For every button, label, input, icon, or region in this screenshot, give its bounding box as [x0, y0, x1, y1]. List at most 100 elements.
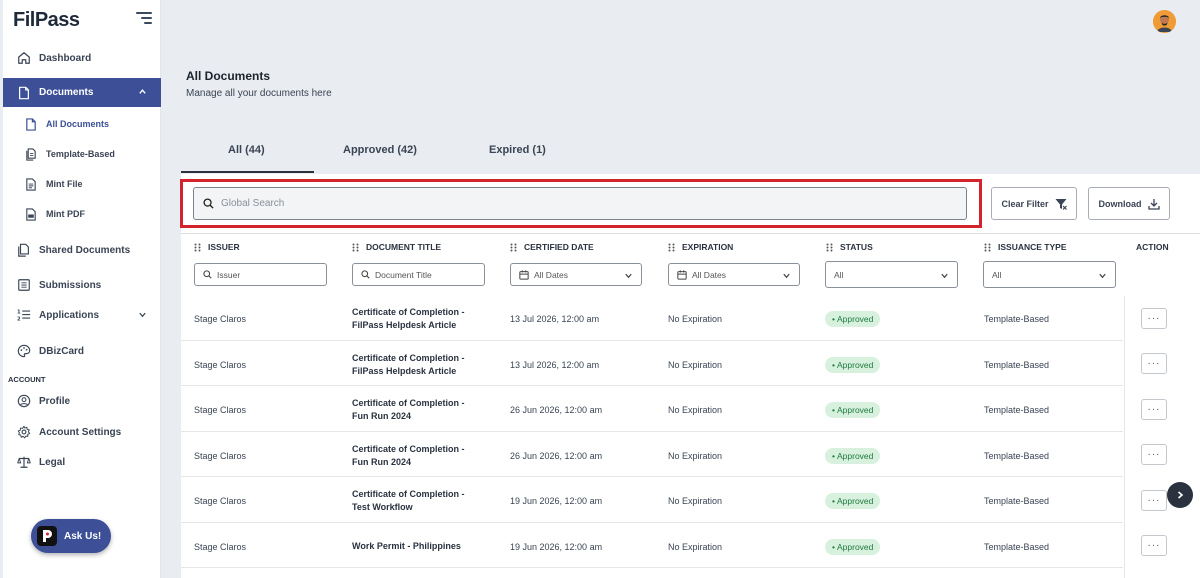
drag-handle-icon[interactable] — [352, 243, 359, 252]
document-title-line-1: Certificate of Completion - — [352, 353, 465, 363]
document-title-cell[interactable]: Certificate of Completion - FilPass Helpd… — [352, 352, 482, 378]
issuer-cell: Stage Claros — [194, 314, 247, 324]
sidebar-item-legal[interactable]: Legal — [3, 448, 161, 476]
column-header-status[interactable]: STATUS — [826, 242, 873, 252]
row-actions-button[interactable]: ··· — [1141, 308, 1167, 329]
status-badge: Approved — [825, 493, 881, 509]
download-button[interactable]: Download — [1088, 187, 1170, 220]
certified-date-cell: 19 Jun 2026, 12:00 am — [510, 542, 603, 552]
table-row[interactable]: Stage Claros Certificate of Completion -… — [181, 387, 1123, 432]
clear-filter-button[interactable]: Clear Filter — [991, 187, 1077, 220]
logo-text-fil: Fil — [13, 9, 35, 31]
applications-icon: 12 — [17, 309, 31, 322]
sidebar-item-applications[interactable]: 12 Applications — [3, 301, 161, 329]
column-header-action: ACTION — [1136, 242, 1169, 252]
column-header-issuer[interactable]: ISSUER — [194, 242, 240, 252]
user-avatar[interactable] — [1153, 10, 1176, 33]
document-title-cell[interactable]: Certificate of Completion - Test Workflow — [352, 488, 482, 514]
row-actions-button[interactable]: ··· — [1141, 444, 1167, 465]
issuer-cell: Stage Claros — [194, 451, 247, 461]
issuance-type-cell: Template-Based — [984, 405, 1050, 415]
table-row[interactable]: Stage Claros Work Permit - Philippines 1… — [181, 523, 1123, 568]
download-icon — [1147, 198, 1160, 210]
sidebar-item-label: Documents — [39, 87, 94, 98]
drag-handle-icon[interactable] — [194, 243, 201, 252]
table-row[interactable]: Stage Claros Certificate of Completion -… — [181, 478, 1123, 523]
sidebar-item-account-settings[interactable]: Account Settings — [3, 418, 161, 446]
document-icon — [26, 117, 36, 131]
files-icon — [26, 147, 36, 161]
certified-date-cell: 13 Jul 2026, 12:00 am — [510, 314, 600, 324]
column-header-certified-date[interactable]: CERTIFIED DATE — [510, 242, 594, 252]
table-row[interactable]: Stage Claros Certificate of Completion -… — [181, 432, 1123, 477]
global-search-box[interactable] — [193, 187, 967, 220]
search-icon — [203, 198, 214, 209]
sidebar-subitem-mint-pdf[interactable]: Mint PDF — [3, 202, 161, 226]
column-header-document-title[interactable]: DOCUMENT TITLE — [352, 242, 441, 252]
sidebar-subitem-mint-file[interactable]: Mint File — [3, 172, 161, 196]
sidebar-item-label: DBizCard — [39, 345, 85, 357]
document-title-cell[interactable]: Work Permit - Philippines — [352, 540, 502, 553]
tab-approved[interactable]: Approved (42) — [343, 144, 417, 156]
table-row[interactable]: Stage Claros Certificate of Completion -… — [181, 341, 1123, 386]
drag-handle-icon[interactable] — [510, 243, 517, 252]
issuer-filter[interactable]: Issuer — [194, 263, 327, 286]
expiration-cell: No Expiration — [668, 496, 723, 506]
issuance-type-filter[interactable]: All — [983, 261, 1116, 288]
palette-icon — [17, 344, 31, 358]
ask-us-button[interactable]: Ask Us! — [31, 519, 111, 553]
status-badge: Approved — [825, 402, 881, 418]
row-actions-button[interactable]: ··· — [1141, 353, 1167, 374]
sidebar-item-shared-documents[interactable]: Shared Documents — [3, 236, 161, 264]
expiration-cell: No Expiration — [668, 314, 723, 324]
issuer-cell: Stage Claros — [194, 360, 247, 370]
sidebar: FilPass Dashboard Documents All Document… — [3, 0, 161, 578]
active-tab-indicator — [181, 171, 314, 173]
sidebar-item-documents[interactable]: Documents — [3, 78, 161, 107]
chevron-right-icon — [1177, 491, 1184, 499]
row-actions-button[interactable]: ··· — [1141, 535, 1167, 556]
shared-documents-icon — [18, 243, 29, 257]
row-actions-button[interactable]: ··· — [1141, 399, 1167, 420]
sidebar-item-submissions[interactable]: Submissions — [3, 271, 161, 299]
document-title-line-2: Test Workflow — [352, 502, 413, 512]
scroll-right-button[interactable] — [1167, 482, 1193, 508]
collapse-sidebar-icon[interactable] — [136, 12, 152, 24]
table-row[interactable]: Stage Claros Certificate of Completion -… — [181, 296, 1123, 341]
scales-icon — [17, 456, 31, 468]
document-title-cell[interactable]: Certificate of Completion - Fun Run 2024 — [352, 443, 482, 469]
issuance-type-cell: Template-Based — [984, 496, 1050, 506]
document-title-filter[interactable]: Document Title — [352, 263, 485, 286]
sidebar-subitem-template-based[interactable]: Template-Based — [3, 142, 161, 166]
status-badge: Approved — [825, 539, 881, 555]
drag-handle-icon[interactable] — [668, 243, 675, 252]
certified-date-cell: 26 Jun 2026, 12:00 am — [510, 405, 603, 415]
expiration-filter-value: All Dates — [692, 269, 727, 280]
sidebar-subitem-all-documents[interactable]: All Documents — [3, 112, 161, 136]
page-subtitle: Manage all your documents here — [186, 88, 332, 99]
column-header-expiration[interactable]: EXPIRATION — [668, 242, 733, 252]
sidebar-item-profile[interactable]: Profile — [3, 387, 161, 415]
table-header-divider — [181, 233, 1200, 234]
certified-date-filter[interactable]: All Dates — [510, 263, 642, 286]
sidebar-item-dashboard[interactable]: Dashboard — [3, 44, 161, 72]
filter-clear-icon — [1055, 198, 1067, 210]
sidebar-item-dbizcard[interactable]: DBizCard — [3, 337, 161, 365]
global-search-input[interactable] — [221, 198, 921, 209]
issuer-cell: Stage Claros — [194, 542, 247, 552]
status-filter[interactable]: All — [825, 261, 958, 288]
certified-date-cell: 26 Jun 2026, 12:00 am — [510, 451, 603, 461]
filpass-logo[interactable]: FilPass — [13, 9, 80, 32]
column-header-label: ACTION — [1136, 242, 1169, 252]
document-title-cell[interactable]: Certificate of Completion - FilPass Helpd… — [352, 306, 482, 332]
calendar-icon — [677, 269, 687, 280]
tab-all[interactable]: All (44) — [228, 144, 265, 156]
drag-handle-icon[interactable] — [984, 243, 991, 252]
drag-handle-icon[interactable] — [826, 243, 833, 252]
tab-expired[interactable]: Expired (1) — [489, 144, 546, 156]
row-actions-button[interactable]: ··· — [1141, 490, 1167, 511]
search-icon — [203, 270, 212, 279]
column-header-issuance-type[interactable]: ISSUANCE TYPE — [984, 242, 1067, 252]
document-title-cell[interactable]: Certificate of Completion - Fun Run 2024 — [352, 397, 482, 423]
expiration-filter[interactable]: All Dates — [668, 263, 800, 286]
